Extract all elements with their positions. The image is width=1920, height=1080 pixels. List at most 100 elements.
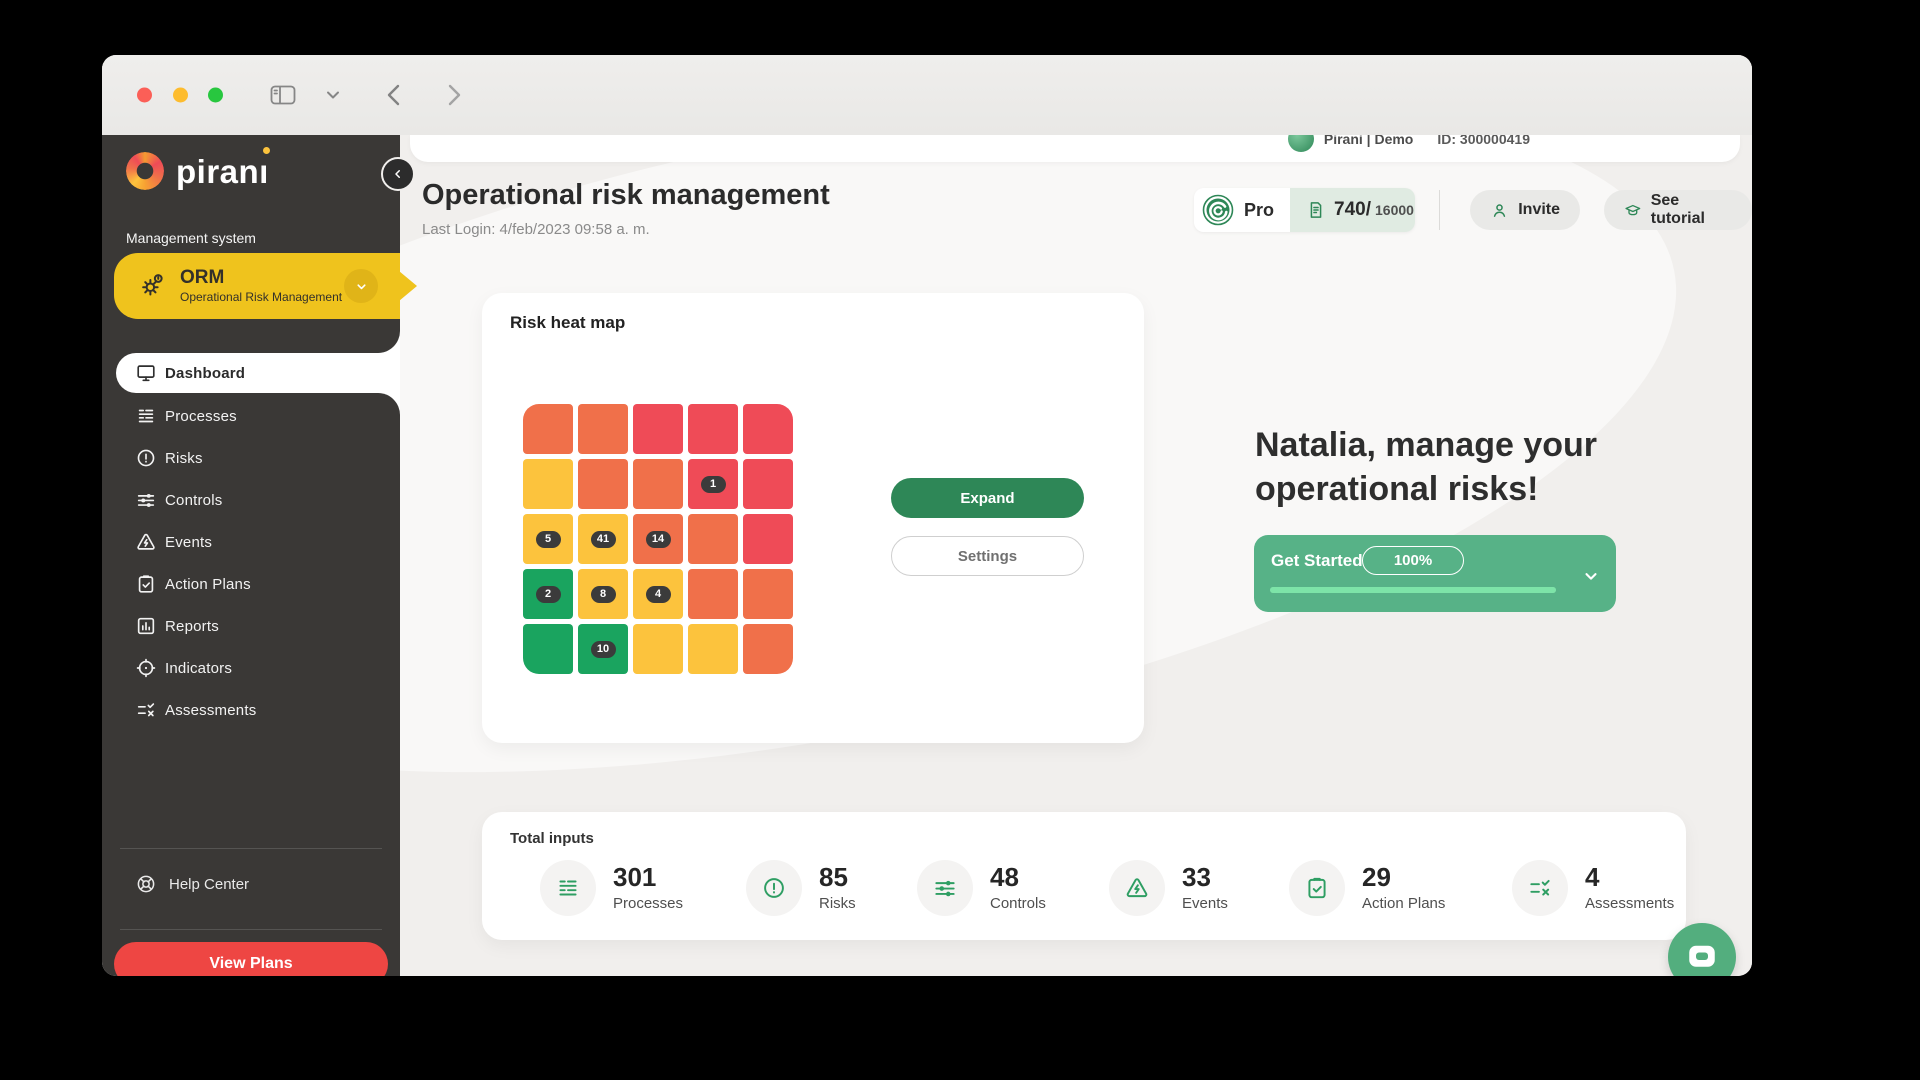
controls-icon: [932, 875, 958, 901]
see-tutorial-button[interactable]: See tutorial: [1604, 190, 1752, 230]
sidebar-item-label: Controls: [165, 491, 223, 509]
corner-notch: [378, 331, 400, 353]
sidebar-item-assessments[interactable]: Assessments: [102, 689, 400, 731]
help-center-label: Help Center: [169, 875, 250, 893]
heatmap-cell-r5c2[interactable]: 10: [578, 624, 628, 674]
heatmap-cell-r1c4[interactable]: [688, 404, 738, 454]
gear-icon: [136, 271, 166, 301]
heatmap-cell-r2c1[interactable]: [523, 459, 573, 509]
zoom-button[interactable]: [208, 87, 223, 103]
get-started-label: Get Started: [1271, 551, 1363, 570]
heatmap-cell-r4c3[interactable]: 4: [633, 569, 683, 619]
heatmap-cell-r1c1[interactable]: [523, 404, 573, 454]
risks-icon: [761, 875, 787, 901]
stat-value: 4: [1585, 861, 1600, 892]
plan-label: Pro: [1244, 199, 1275, 220]
heatmap-cell-r4c5[interactable]: [743, 569, 793, 619]
heatmap-cell-r1c5[interactable]: [743, 404, 793, 454]
dashboard-icon: [135, 362, 157, 384]
plan-usage-badge[interactable]: Pro 740/ 16000: [1194, 188, 1416, 232]
sidebar-item-events[interactable]: Events: [102, 521, 400, 563]
orm-subtitle: Operational Risk Management: [180, 290, 343, 305]
minimize-button[interactable]: [173, 87, 188, 103]
sidebar-item-help-center[interactable]: Help Center: [102, 863, 400, 905]
stat-value: 29: [1362, 861, 1391, 892]
heatmap-cell-r2c4[interactable]: 1: [688, 459, 738, 509]
get-started-card[interactable]: Get Started 100%: [1254, 535, 1616, 612]
sidebar-item-processes[interactable]: Processes: [102, 395, 400, 437]
heatmap-cell-r2c2[interactable]: [578, 459, 628, 509]
heatmap-cell-r2c3[interactable]: [633, 459, 683, 509]
heatmap-count-badge: 14: [645, 530, 671, 548]
heatmap-cell-r1c2[interactable]: [578, 404, 628, 454]
sidebar-item-risks[interactable]: Risks: [102, 437, 400, 479]
back-arrow-icon[interactable]: [386, 84, 400, 106]
account-menu[interactable]: Pirani | Demo ID: 300000419: [1287, 135, 1530, 152]
welcome-heading: Natalia, manage your operational risks!: [1255, 423, 1597, 511]
heatmap-cell-r3c1[interactable]: 5: [523, 514, 573, 564]
sidebar-menu: Dashboard Processes Risks Controls Events Act…: [102, 331, 400, 731]
progress-fill: [1270, 587, 1556, 593]
pirani-logo-icon: [126, 152, 164, 190]
expand-button[interactable]: Expand: [891, 478, 1084, 518]
sidebar-toggle-icon[interactable]: [270, 85, 296, 105]
sidebar-item-action-plans[interactable]: Action Plans: [102, 563, 400, 605]
sidebar-item-label: Events: [165, 533, 213, 551]
heatmap-cell-r3c2[interactable]: 41: [578, 514, 628, 564]
heatmap-count-badge: 1: [700, 475, 726, 493]
close-button[interactable]: [137, 87, 152, 103]
events-icon: [1124, 875, 1150, 901]
see-tutorial-label: See tutorial: [1650, 192, 1705, 227]
heatmap-cell-r5c3[interactable]: [633, 624, 683, 674]
sidebar-item-indicators[interactable]: Indicators: [102, 647, 400, 689]
settings-button[interactable]: Settings: [891, 536, 1084, 576]
progress-track: [1270, 587, 1556, 593]
heatmap-cell-r4c2[interactable]: 8: [578, 569, 628, 619]
heatmap-cell-r4c4[interactable]: [688, 569, 738, 619]
stat-value: 33: [1182, 861, 1211, 892]
chat-widget-button[interactable]: [1668, 923, 1736, 976]
pro-badge: Pro: [1194, 188, 1291, 232]
sidebar-item-reports[interactable]: Reports: [102, 605, 400, 647]
heatmap-cell-r5c5[interactable]: [743, 624, 793, 674]
action-plans-icon: [135, 573, 157, 595]
avatar: [1287, 135, 1314, 152]
browser-chrome: [102, 55, 1752, 136]
desktop: piranı Management system ORM Operational…: [0, 0, 1920, 1080]
page-title: Operational risk management: [422, 179, 830, 211]
document-icon: [1306, 200, 1326, 220]
pirani-pro-icon: [1202, 194, 1234, 226]
sidebar-divider: [120, 848, 382, 849]
view-plans-button[interactable]: View Plans: [114, 942, 388, 976]
controls-icon: [135, 489, 157, 511]
sidebar: piranı Management system ORM Operational…: [102, 135, 417, 976]
sidebar-item-label: Indicators: [165, 659, 233, 677]
heatmap-count-badge: 2: [535, 585, 561, 603]
heatmap-cell-r5c4[interactable]: [688, 624, 738, 674]
progress-percent-badge: 100%: [1362, 546, 1464, 575]
orm-chevron-button[interactable]: [344, 269, 378, 303]
sidebar-collapse-button[interactable]: [381, 157, 415, 191]
header-actions: Pro 740/ 16000 Invite See tutorial: [1194, 188, 1752, 232]
forward-arrow-icon[interactable]: [448, 84, 462, 106]
heatmap-cell-r4c1[interactable]: 2: [523, 569, 573, 619]
stat-processes: 301 Processes: [540, 860, 683, 916]
graduation-cap-icon: [1624, 201, 1642, 220]
account-strip: Pirani | Demo ID: 300000419: [410, 135, 1740, 162]
stat-icon-circle: [1512, 860, 1568, 916]
heatmap-cell-r5c1[interactable]: [523, 624, 573, 674]
chevron-down-icon[interactable]: [1582, 567, 1600, 585]
heatmap-cell-r3c4[interactable]: [688, 514, 738, 564]
heatmap-cell-r3c3[interactable]: 14: [633, 514, 683, 564]
sidebar-item-dashboard[interactable]: Dashboard: [116, 331, 400, 415]
chat-icon: [1689, 945, 1715, 967]
invite-button[interactable]: Invite: [1470, 190, 1581, 230]
orm-module-button[interactable]: ORM Operational Risk Management: [114, 253, 417, 319]
heatmap-cell-r2c5[interactable]: [743, 459, 793, 509]
chevron-down-icon[interactable]: [326, 91, 340, 100]
sidebar-item-controls[interactable]: Controls: [102, 479, 400, 521]
sidebar-divider: [120, 929, 382, 930]
heatmap-cell-r3c5[interactable]: [743, 514, 793, 564]
stat-controls: 48 Controls: [917, 860, 1046, 916]
heatmap-cell-r1c3[interactable]: [633, 404, 683, 454]
